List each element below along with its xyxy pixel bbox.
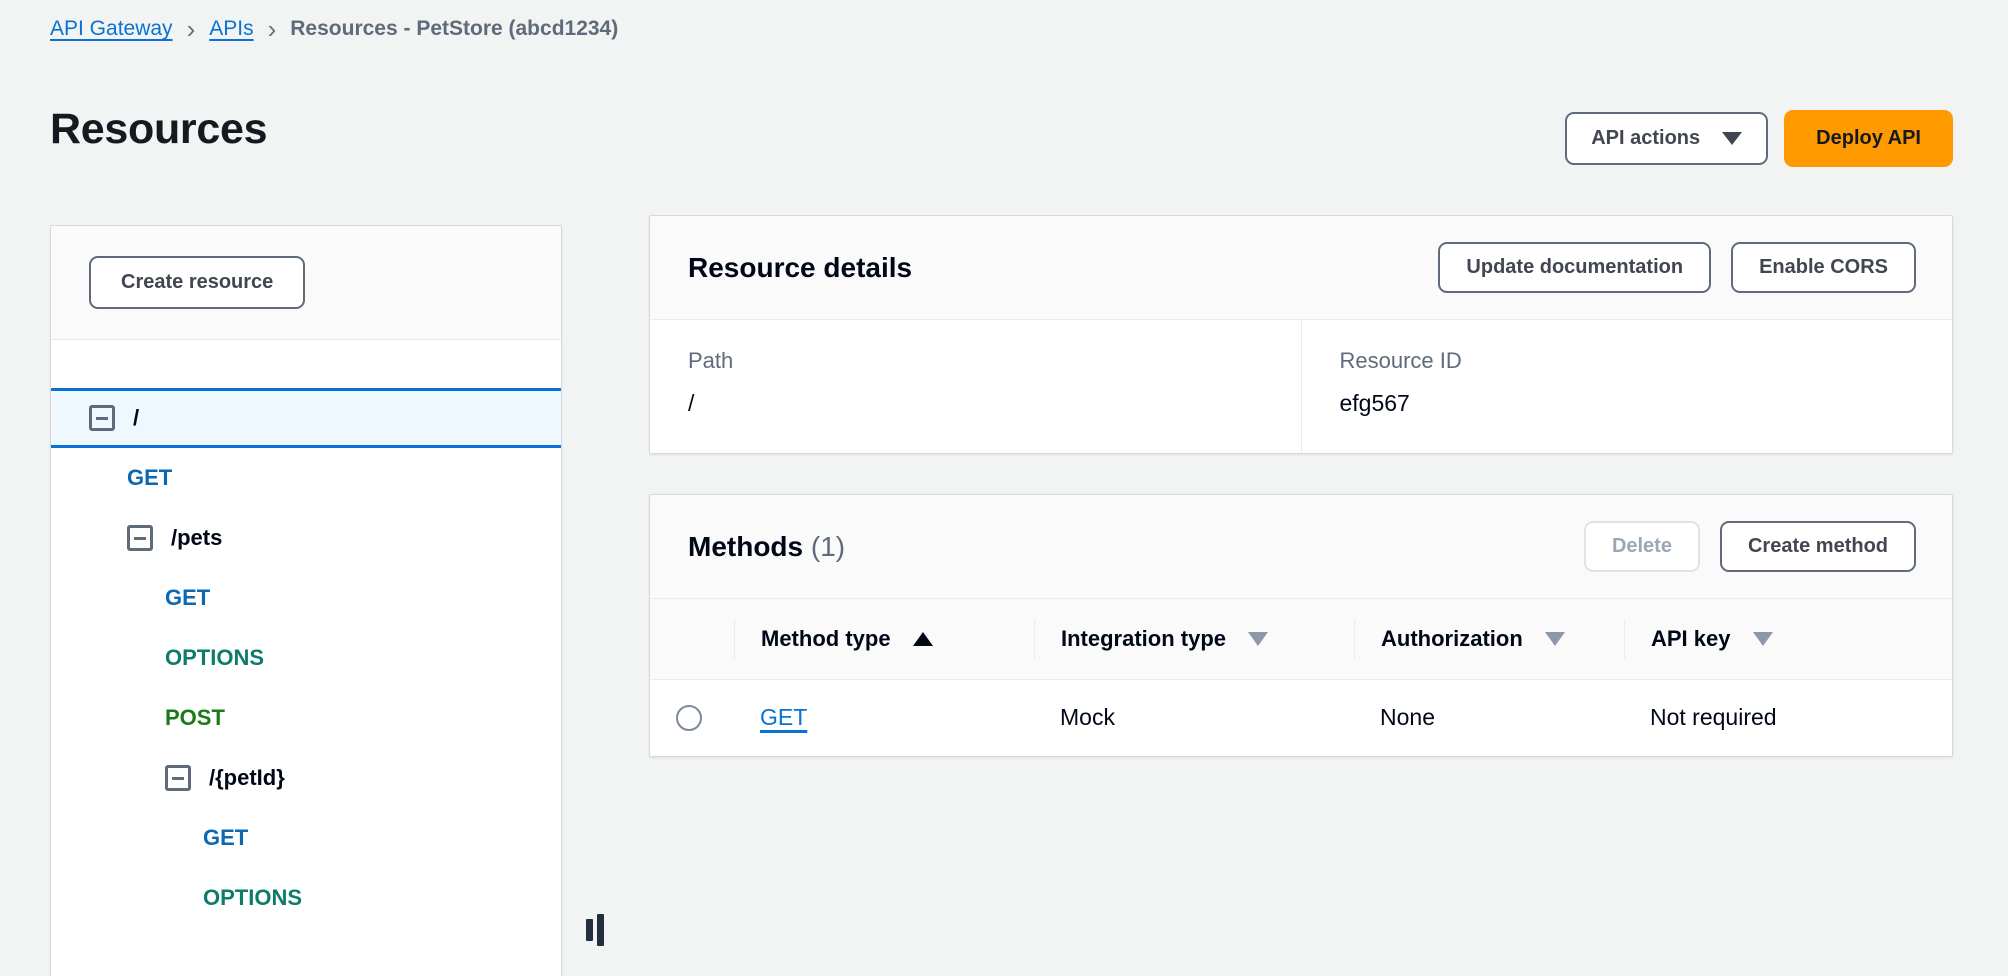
table-row[interactable]: GET Mock None Not required	[650, 680, 1952, 756]
tree-item-pets-options[interactable]: OPTIONS	[51, 628, 561, 688]
methods-table-body: GET Mock None Not required	[650, 680, 1952, 756]
column-authorization[interactable]: Authorization	[1354, 599, 1624, 680]
path-label: Path	[688, 348, 734, 373]
column-method-type[interactable]: Method type	[734, 599, 1034, 680]
page-title: Resources	[50, 105, 268, 153]
resource-id-label: Resource ID	[1339, 348, 1462, 373]
tree-filter-area	[51, 340, 561, 388]
panel-resize-handle[interactable]	[586, 910, 604, 950]
path-field: Path /	[650, 320, 1301, 453]
column-method-type-label: Method type	[761, 626, 891, 651]
tree-item-petid[interactable]: /{petId}	[51, 748, 561, 808]
tree-item-pets-get[interactable]: GET	[51, 568, 561, 628]
resource-details-card: Resource details Update documentation En…	[649, 215, 1953, 454]
header-actions: API actions Deploy API	[1565, 110, 1953, 167]
tree-item-label: /	[133, 405, 140, 430]
tree-item-label: /pets	[171, 525, 223, 550]
resource-id-value: efg567	[1339, 390, 1410, 416]
create-resource-button[interactable]: Create resource	[89, 256, 306, 309]
column-api-key[interactable]: API key	[1624, 599, 1952, 680]
resource-details-title: Resource details	[688, 251, 913, 283]
tree-item-label: OPTIONS	[203, 885, 303, 910]
delete-method-button[interactable]: Delete	[1583, 521, 1700, 572]
column-select	[650, 599, 734, 680]
collapse-icon[interactable]	[89, 405, 115, 431]
breadcrumb-item-current: Resources - PetStore (abcd1234)	[290, 17, 619, 40]
methods-header: Methods (1) Delete Create method	[650, 495, 1952, 599]
sort-descending-icon[interactable]	[1752, 632, 1773, 646]
tree-item-pets-post[interactable]: POST	[51, 688, 561, 748]
breadcrumb-item-apis[interactable]: APIs	[209, 17, 253, 41]
api-actions-label: API actions	[1591, 127, 1701, 149]
column-integration-type-label: Integration type	[1061, 626, 1227, 651]
breadcrumb: API Gateway › APIs › Resources - PetStor…	[50, 16, 618, 42]
row-select-cell	[650, 680, 734, 756]
resource-details-header: Resource details Update documentation En…	[650, 216, 1952, 320]
tree-item-label: GET	[165, 585, 211, 610]
resource-id-field: Resource ID efg567	[1300, 320, 1953, 453]
sort-descending-icon[interactable]	[1544, 632, 1565, 646]
resource-tree: / GET /pets GET OPTIONS POST /{petId} GE…	[51, 388, 561, 928]
methods-count: (1)	[810, 530, 846, 562]
update-documentation-button[interactable]: Update documentation	[1438, 242, 1712, 293]
tree-item-label: POST	[165, 705, 225, 730]
cell-api-key: Not required	[1650, 704, 1777, 731]
resource-details-body: Path / Resource ID efg567	[650, 320, 1952, 453]
breadcrumb-separator-icon: ›	[186, 14, 196, 44]
breadcrumb-separator-icon: ›	[267, 14, 277, 44]
sort-ascending-icon[interactable]	[912, 632, 933, 646]
tree-item-root[interactable]: /	[51, 388, 561, 448]
resource-tree-panel: Create resource / GET /pets GET OPTIONS …	[50, 225, 562, 976]
cell-authorization: None	[1380, 704, 1435, 731]
methods-table-head: Method type Integration type Authorizati…	[650, 599, 1952, 680]
methods-title: Methods (1)	[688, 531, 845, 563]
enable-cors-button[interactable]: Enable CORS	[1731, 242, 1916, 293]
collapse-icon[interactable]	[127, 525, 153, 551]
resize-grip-icon	[586, 919, 593, 941]
methods-card: Methods (1) Delete Create method Method …	[649, 494, 1953, 757]
column-api-key-label: API key	[1651, 626, 1731, 651]
tree-item-pets[interactable]: /pets	[51, 508, 561, 568]
deploy-api-button[interactable]: Deploy API	[1784, 110, 1953, 167]
tree-item-label: /{petId}	[209, 765, 285, 790]
methods-title-text: Methods	[688, 530, 804, 562]
path-value: /	[688, 390, 695, 416]
cell-integration-type: Mock	[1060, 704, 1115, 731]
main-content: Resource details Update documentation En…	[649, 215, 1953, 757]
tree-item-root-get[interactable]: GET	[51, 448, 561, 508]
tree-item-label: GET	[203, 825, 249, 850]
methods-table: Method type Integration type Authorizati…	[650, 599, 1952, 756]
cell-method-type: GET	[734, 680, 1034, 756]
tree-item-petid-get[interactable]: GET	[51, 808, 561, 868]
collapse-icon[interactable]	[165, 765, 191, 791]
method-type-link[interactable]: GET	[760, 704, 807, 730]
create-method-button[interactable]: Create method	[1719, 521, 1916, 572]
breadcrumb-item-api-gateway[interactable]: API Gateway	[50, 17, 173, 41]
sort-descending-icon[interactable]	[1248, 632, 1269, 646]
column-authorization-label: Authorization	[1381, 626, 1523, 651]
methods-actions: Delete Create method	[1583, 521, 1916, 572]
chevron-down-icon	[1722, 132, 1743, 145]
resource-tree-header: Create resource	[51, 226, 561, 340]
resize-grip-icon	[597, 914, 604, 946]
tree-item-label: GET	[127, 465, 173, 490]
column-integration-type[interactable]: Integration type	[1034, 599, 1354, 680]
methods-table-header-row: Method type Integration type Authorizati…	[650, 599, 1952, 680]
tree-item-label: OPTIONS	[165, 645, 265, 670]
api-actions-button[interactable]: API actions	[1565, 112, 1769, 165]
tree-item-petid-options[interactable]: OPTIONS	[51, 868, 561, 928]
row-radio-button[interactable]	[676, 704, 702, 731]
resource-details-actions: Update documentation Enable CORS	[1438, 242, 1916, 293]
